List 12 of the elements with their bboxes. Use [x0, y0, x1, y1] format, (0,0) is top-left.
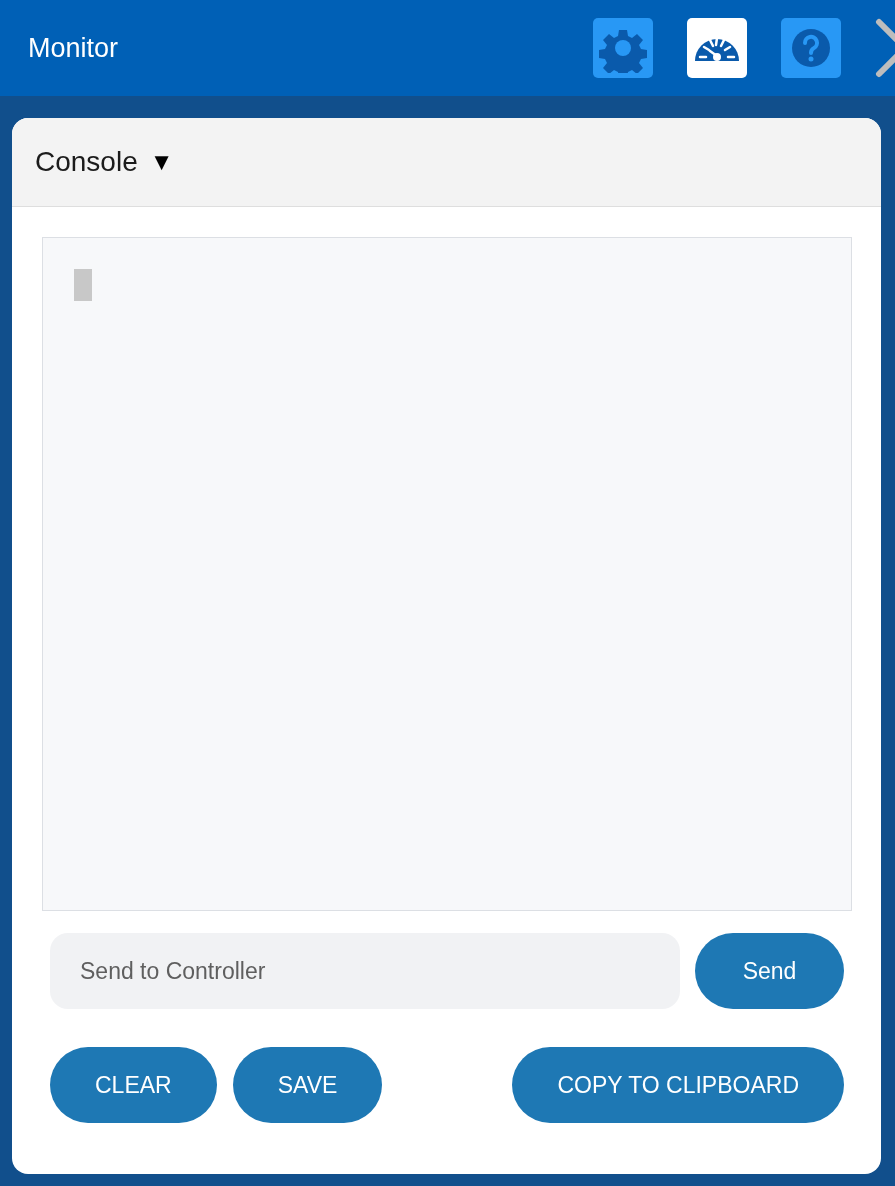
help-icon [792, 29, 830, 67]
action-button[interactable]: SAVE [232, 1047, 383, 1123]
action-button[interactable]: CLEAR [50, 1047, 217, 1123]
input-field[interactable]: Send to Controller [50, 933, 680, 1009]
gauge-button[interactable] [687, 18, 747, 78]
panel-title: Console [35, 146, 138, 178]
send-button[interactable]: Send [695, 933, 844, 1009]
help-button[interactable] [781, 18, 841, 78]
window-title: Monitor [28, 32, 120, 64]
action-button[interactable]: COPY TO CLIPBOARD [512, 1047, 844, 1123]
settings-button[interactable] [593, 18, 653, 78]
dropdown-caret[interactable]: ▼ [149, 148, 174, 176]
